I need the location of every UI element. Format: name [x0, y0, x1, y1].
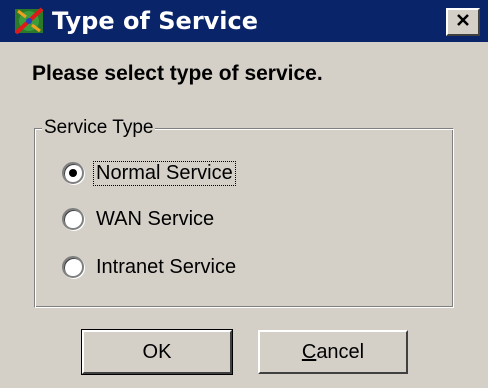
- satellite-app-icon: [12, 5, 46, 37]
- title-bar[interactable]: Type of Service: [0, 0, 488, 42]
- dialog-window: Type of Service Please select type of se…: [0, 0, 488, 388]
- radio-button[interactable]: [62, 256, 84, 278]
- ok-button[interactable]: OK: [81, 329, 233, 375]
- radio-label[interactable]: Intranet Service: [94, 256, 238, 279]
- radio-button[interactable]: [62, 162, 84, 184]
- cancel-mnemonic: C: [301, 340, 317, 363]
- cancel-button-label: Cancel: [302, 341, 364, 364]
- radio-wan-service[interactable]: WAN Service: [62, 204, 216, 234]
- cancel-label-rest: ancel: [316, 340, 365, 363]
- radio-button[interactable]: [62, 208, 84, 230]
- close-icon: [455, 12, 471, 33]
- radio-normal-service[interactable]: Normal Service: [62, 158, 236, 188]
- ok-button-label: OK: [142, 340, 172, 363]
- radio-intranet-service[interactable]: Intranet Service: [62, 252, 238, 282]
- cancel-button[interactable]: Cancel: [258, 330, 408, 374]
- close-button[interactable]: [446, 8, 480, 36]
- instruction-text: Please select type of service.: [32, 62, 323, 85]
- radio-label[interactable]: WAN Service: [94, 208, 216, 231]
- window-title: Type of Service: [52, 7, 259, 35]
- radio-selected-dot: [69, 169, 77, 177]
- group-label: Service Type: [42, 117, 156, 139]
- radio-label[interactable]: Normal Service: [93, 160, 236, 186]
